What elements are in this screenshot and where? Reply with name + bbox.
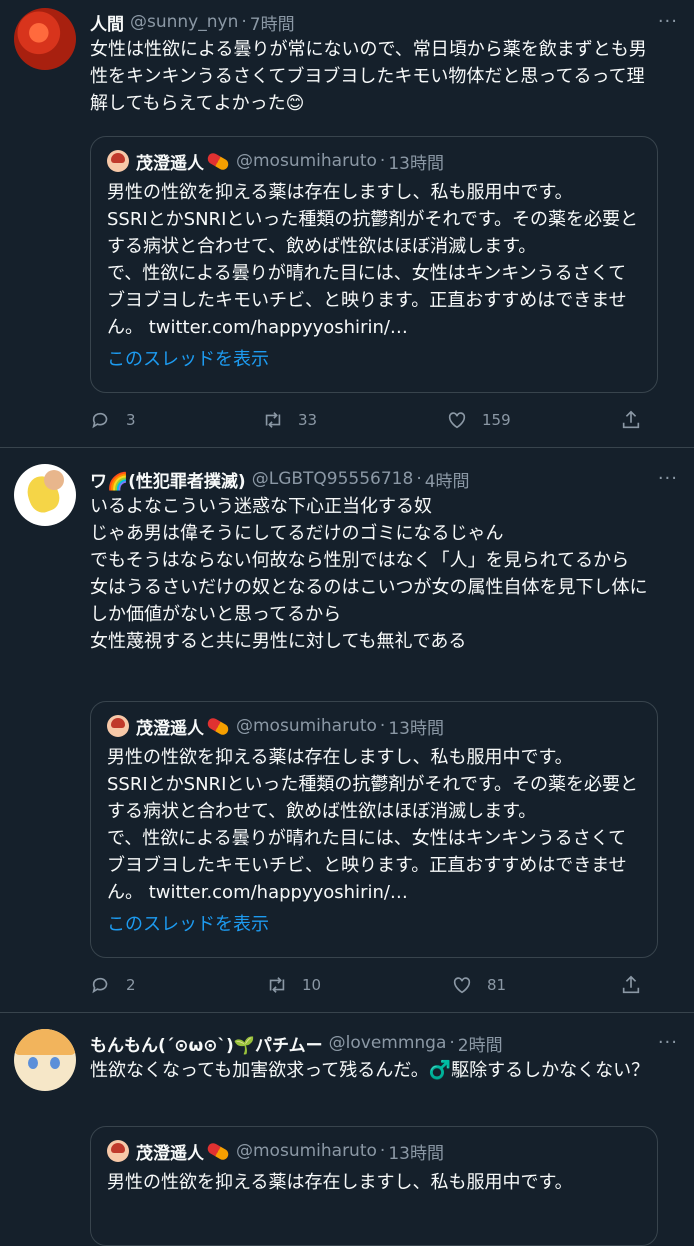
show-thread-link[interactable]: このスレッドを表示 (107, 345, 642, 371)
quote-display-name: 茂澄遥人 (136, 153, 204, 174)
retweet-count: 33 (298, 411, 318, 429)
avatar[interactable] (14, 8, 76, 70)
quote-text: 男性の性欲を抑える薬は存在しますし、私も服用中です。 SSRIとかSNRIといっ… (107, 747, 639, 903)
quote-avatar (107, 1140, 129, 1162)
quote-text: 男性の性欲を抑える薬は存在しますし、私も服用中です。 (107, 1172, 573, 1193)
more-options-icon[interactable]: ··· (658, 468, 678, 489)
more-options-icon[interactable]: ··· (658, 11, 678, 32)
quote-avatar (107, 715, 129, 737)
display-name[interactable]: もんもん(´⊙ω⊙`)🌱パチムー (90, 1031, 323, 1056)
timestamp[interactable]: 7時間 (250, 10, 295, 35)
tweet-text: 性欲なくなっても加害欲求って残るんだ。♂️駆除するしかなくない？ (90, 1060, 650, 1081)
quote-avatar (107, 150, 129, 172)
tweet-3[interactable]: もんもん(´⊙ω⊙`)🌱パチムー @lovemmnga · 2時間 ··· 性欲… (0, 1013, 694, 1246)
user-handle[interactable]: @LGBTQ95556718 (252, 469, 414, 489)
quote-timestamp: 13時間 (388, 1143, 444, 1164)
tweet-2[interactable]: ワ🌈(性犯罪者撲滅) @LGBTQ95556718 · 4時間 ··· いるよな… (0, 448, 694, 1013)
quoted-tweet[interactable]: 茂澄遥人 @mosumiharuto · 13時間 男性の性欲を抑える薬は存在し… (90, 1126, 658, 1246)
quote-timestamp: 13時間 (388, 718, 444, 739)
separator-dot: · (379, 716, 386, 736)
user-handle[interactable]: @sunny_nyn (130, 12, 238, 32)
timestamp[interactable]: 4時間 (425, 467, 470, 492)
quote-handle: @mosumiharuto (236, 1141, 377, 1161)
reply-count: 2 (126, 976, 136, 994)
quote-header: 茂澄遥人 @mosumiharuto · 13時間 (107, 714, 642, 739)
avatar[interactable] (14, 464, 76, 526)
user-handle[interactable]: @lovemmnga (329, 1033, 447, 1053)
retweet-button[interactable]: 33 (262, 409, 317, 431)
like-count: 159 (482, 411, 511, 429)
pill-emoji-icon (205, 1140, 231, 1162)
quoted-tweet[interactable]: 茂澄遥人 @mosumiharuto · 13時間 男性の性欲を抑える薬は存在し… (90, 701, 658, 958)
reply-icon (92, 412, 108, 429)
tweet-header: 人間 @sunny_nyn · 7時間 ··· (90, 9, 677, 35)
pill-emoji-icon (205, 150, 231, 172)
quote-handle: @mosumiharuto (236, 151, 377, 171)
display-name[interactable]: ワ🌈(性犯罪者撲滅) (90, 467, 246, 492)
reply-icon (92, 977, 108, 994)
tweet-header: もんもん(´⊙ω⊙`)🌱パチムー @lovemmnga · 2時間 ··· (90, 1030, 677, 1056)
quote-handle: @mosumiharuto (236, 716, 377, 736)
quote-header: 茂澄遥人 @mosumiharuto · 13時間 (107, 1139, 642, 1164)
like-button[interactable]: 159 (446, 409, 511, 431)
show-thread-link[interactable]: このスレッドを表示 (107, 910, 642, 936)
more-options-icon[interactable]: ··· (658, 1032, 678, 1053)
retweet-count: 10 (302, 976, 322, 994)
separator-dot: · (449, 1033, 455, 1053)
tweet-1[interactable]: 人間 @sunny_nyn · 7時間 ··· 女性は性欲による曇りが常にないの… (0, 0, 694, 448)
tweet-text: いるよなこういう迷惑な下心正当化する奴 じゃあ男は偉そうにしてるだけのゴミになる… (90, 496, 648, 652)
tweet-actions: 2 10 81 (90, 972, 694, 998)
quoted-tweet[interactable]: 茂澄遥人 @mosumiharuto · 13時間 男性の性欲を抑える薬は存在し… (90, 136, 658, 393)
quote-display-name: 茂澄遥人 (136, 1143, 204, 1164)
reply-button[interactable]: 2 (90, 974, 136, 996)
tweet-header: ワ🌈(性犯罪者撲滅) @LGBTQ95556718 · 4時間 ··· (90, 466, 677, 492)
separator-dot: · (416, 469, 422, 489)
heart-icon (448, 412, 466, 429)
like-button[interactable]: 81 (451, 974, 506, 996)
quote-text: 男性の性欲を抑える薬は存在しますし、私も服用中です。 SSRIとかSNRIといっ… (107, 182, 639, 338)
retweet-icon (269, 977, 285, 993)
retweet-icon (265, 412, 281, 428)
pill-emoji-icon (205, 715, 231, 737)
heart-icon (453, 977, 471, 994)
quote-display-name: 茂澄遥人 (136, 718, 204, 739)
share-button[interactable] (620, 409, 656, 431)
separator-dot: · (379, 1141, 386, 1161)
reply-button[interactable]: 3 (90, 409, 136, 431)
separator-dot: · (379, 151, 386, 171)
tweet-actions: 3 33 159 (90, 407, 694, 433)
quote-header: 茂澄遥人 @mosumiharuto · 13時間 (107, 149, 642, 174)
avatar[interactable] (14, 1029, 76, 1091)
retweet-button[interactable]: 10 (266, 974, 321, 996)
like-count: 81 (487, 976, 507, 994)
quote-timestamp: 13時間 (388, 153, 444, 174)
share-button[interactable] (620, 974, 656, 996)
separator-dot: · (241, 12, 247, 32)
share-icon (622, 410, 640, 429)
display-name[interactable]: 人間 (90, 10, 124, 35)
share-icon (622, 975, 640, 994)
reply-count: 3 (126, 411, 136, 429)
timestamp[interactable]: 2時間 (458, 1031, 503, 1056)
tweet-text: 女性は性欲による曇りが常にないので、常日頃から薬を飲まずとも男性をキンキンうるさ… (90, 39, 647, 114)
